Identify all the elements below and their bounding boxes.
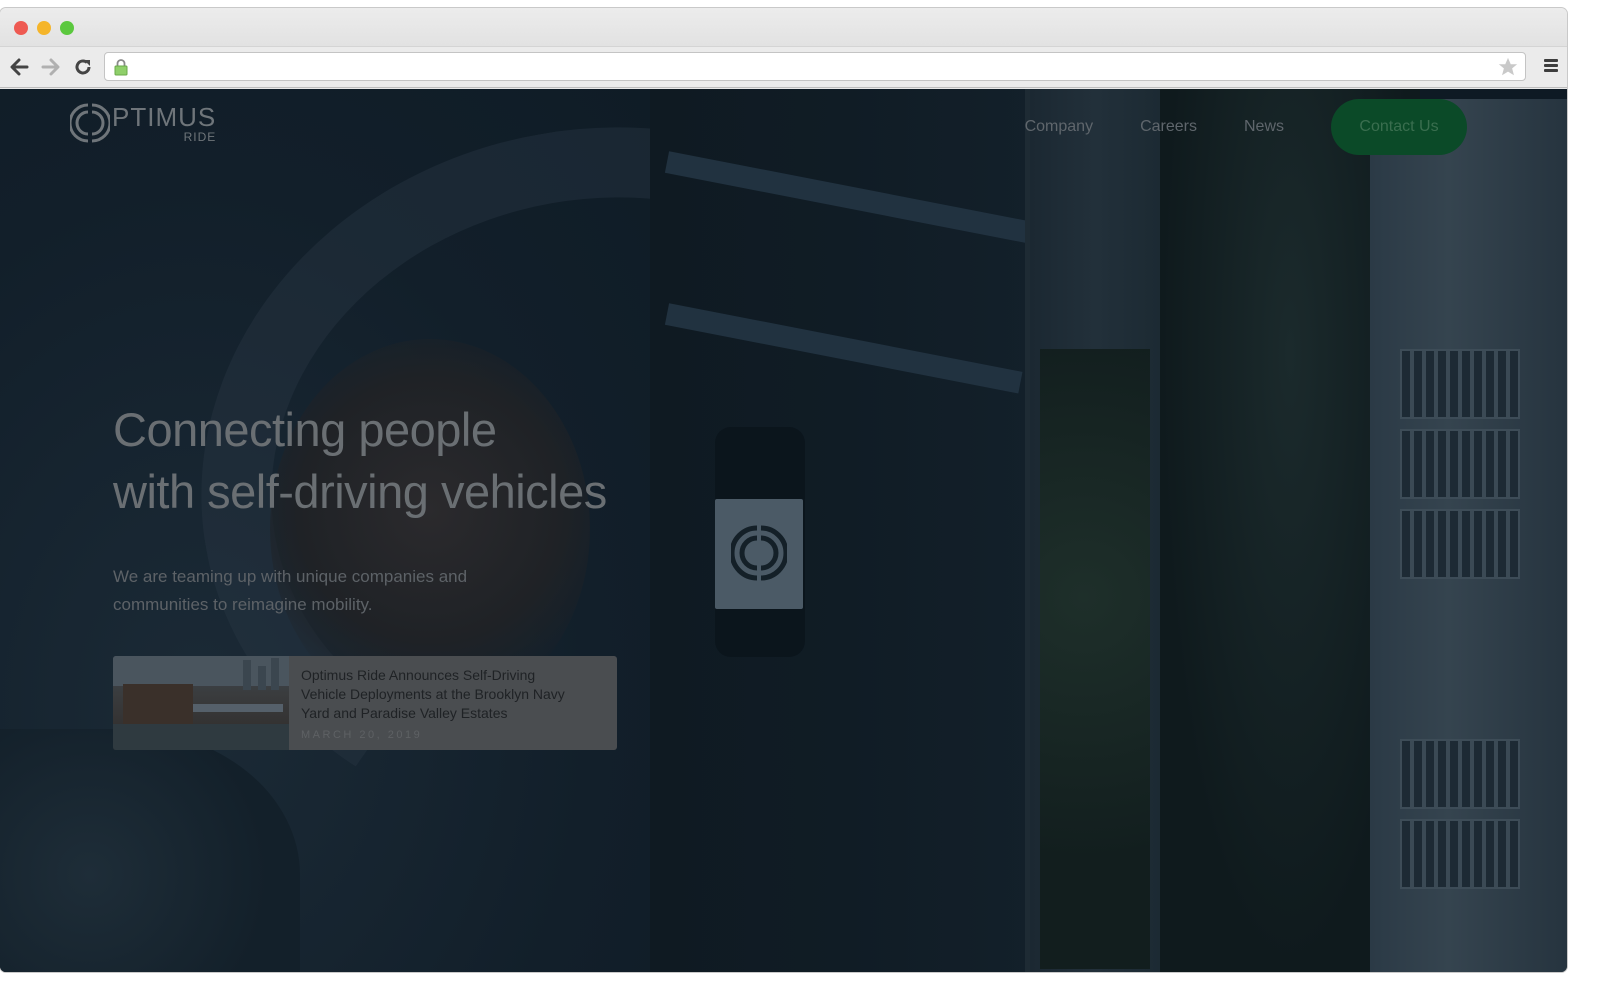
browser-toolbar xyxy=(0,46,1567,88)
optimus-logo-icon xyxy=(70,103,110,143)
nav-news[interactable]: News xyxy=(1244,118,1284,136)
reload-icon xyxy=(75,59,91,75)
lock-icon xyxy=(114,59,128,76)
close-window-button[interactable] xyxy=(14,21,28,35)
logo-subtitle: RIDE xyxy=(183,130,217,144)
hamburger-menu-icon xyxy=(1544,59,1558,62)
main-nav: Company Careers News Contact Us xyxy=(1025,99,1567,155)
nav-careers[interactable]: Careers xyxy=(1140,118,1197,136)
hero-title: Connecting people with self-driving vehi… xyxy=(113,399,607,523)
news-card[interactable]: Optimus Ride Announces Self-Driving Vehi… xyxy=(113,656,617,750)
hero-title-line-1: Connecting people xyxy=(113,403,497,456)
url-input[interactable] xyxy=(133,56,1493,77)
address-bar[interactable] xyxy=(104,52,1526,81)
arrow-right-icon xyxy=(41,58,60,76)
forward-button[interactable] xyxy=(39,55,63,79)
hero-subtitle: We are teaming up with unique companies … xyxy=(113,567,468,614)
logo-wordmark: PTIMUS xyxy=(112,102,217,132)
minimize-window-button[interactable] xyxy=(37,21,51,35)
browser-menu-button[interactable] xyxy=(1541,57,1561,77)
reload-button[interactable] xyxy=(71,55,95,79)
browser-window: PTIMUS RIDE Company Careers News Contact… xyxy=(0,8,1567,972)
title-bar xyxy=(0,8,1567,46)
vehicle-image xyxy=(715,427,805,657)
page-viewport: PTIMUS RIDE Company Careers News Contact… xyxy=(0,89,1567,972)
hero-background-image xyxy=(0,89,1567,972)
hero-title-line-2: with self-driving vehicles xyxy=(113,465,607,518)
optimus-logo-icon xyxy=(731,525,787,581)
news-thumbnail xyxy=(113,656,289,750)
contact-us-button[interactable]: Contact Us xyxy=(1331,99,1467,155)
back-button[interactable] xyxy=(7,55,31,79)
arrow-left-icon xyxy=(10,58,29,76)
site-logo[interactable]: PTIMUS RIDE xyxy=(70,103,216,143)
star-icon[interactable] xyxy=(1497,56,1519,78)
site-header: PTIMUS RIDE Company Careers News Contact… xyxy=(0,89,1567,169)
nav-company[interactable]: Company xyxy=(1025,118,1093,136)
news-date: MARCH 20, 2019 xyxy=(301,729,423,741)
maximize-window-button[interactable] xyxy=(60,21,74,35)
news-title[interactable]: Optimus Ride Announces Self-Driving Vehi… xyxy=(301,666,581,723)
